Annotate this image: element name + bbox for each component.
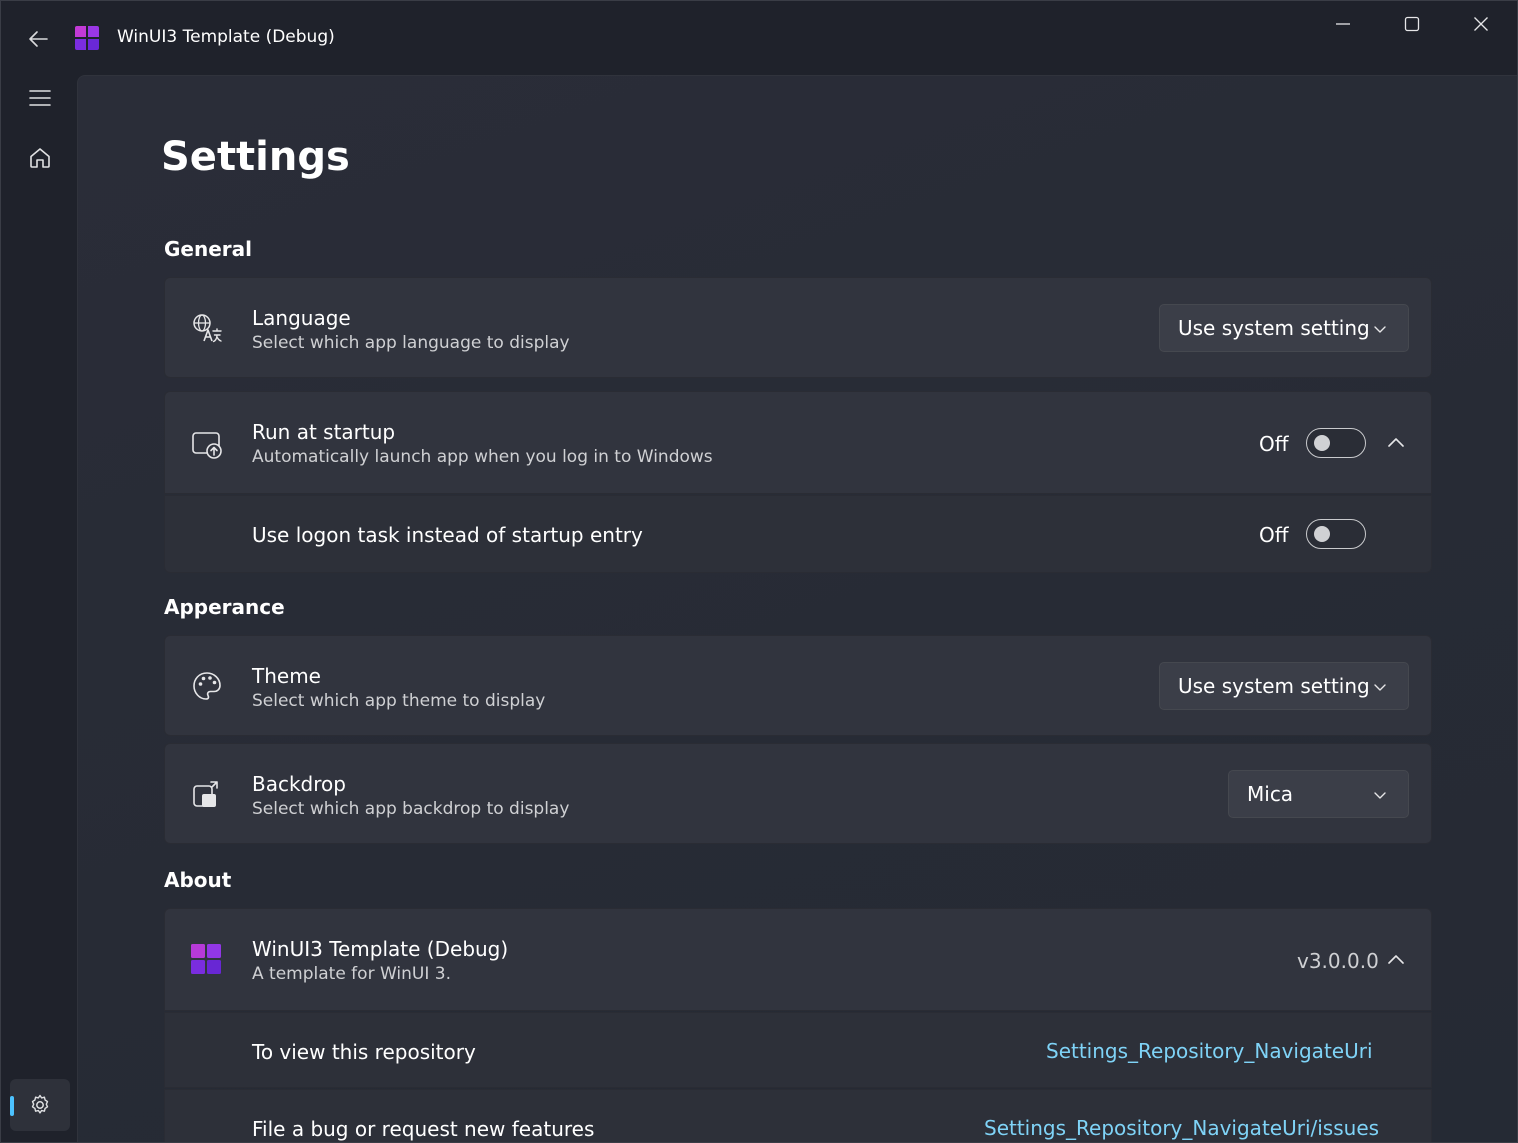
logon-task-row: Use logon task instead of startup entry …	[164, 495, 1432, 573]
issues-label: File a bug or request new features	[252, 1117, 595, 1141]
minimize-button[interactable]	[1309, 1, 1377, 47]
chevron-down-icon	[1374, 792, 1386, 799]
app-window: WinUI3 Template (Debug) Settings General…	[0, 0, 1518, 1143]
language-card: Language Select which app language to di…	[164, 277, 1432, 378]
back-arrow-icon	[29, 31, 48, 47]
selection-indicator	[10, 1096, 14, 1116]
title-bar: WinUI3 Template (Debug)	[1, 1, 1517, 75]
issues-link[interactable]: Settings_Repository_NavigateUri/issues	[984, 1116, 1379, 1140]
logon-task-toggle-state: Off	[1259, 523, 1289, 547]
startup-toggle[interactable]	[1306, 428, 1366, 458]
repository-link[interactable]: Settings_Repository_NavigateUri	[1046, 1039, 1373, 1063]
chevron-down-icon	[1374, 684, 1386, 691]
chevron-down-icon	[1374, 326, 1386, 333]
repository-row: To view this repository Settings_Reposit…	[164, 1012, 1432, 1088]
backdrop-card: Backdrop Select which app backdrop to di…	[164, 743, 1432, 844]
gear-icon	[31, 1094, 49, 1114]
palette-icon	[189, 668, 225, 704]
theme-title: Theme	[252, 664, 321, 688]
logon-task-label: Use logon task instead of startup entry	[252, 523, 643, 547]
toggle-knob	[1314, 435, 1330, 451]
close-icon	[1474, 17, 1488, 31]
logon-task-toggle[interactable]	[1306, 519, 1366, 549]
theme-combobox[interactable]: Use system setting	[1159, 662, 1409, 710]
section-general-header: General	[164, 237, 252, 261]
back-button[interactable]	[19, 23, 57, 55]
chevron-up-icon	[1388, 438, 1404, 447]
repository-label: To view this repository	[252, 1040, 476, 1064]
chevron-up-icon	[1388, 955, 1404, 964]
theme-description: Select which app theme to display	[252, 691, 546, 711]
language-selected-value: Use system setting	[1178, 316, 1370, 340]
about-expander-header[interactable]: WinUI3 Template (Debug) A template for W…	[164, 908, 1432, 1011]
home-icon	[30, 148, 50, 168]
window-title: WinUI3 Template (Debug)	[117, 27, 335, 47]
language-title: Language	[252, 306, 351, 330]
section-about-header: About	[164, 868, 232, 892]
startup-app-icon	[189, 426, 225, 462]
backdrop-combobox[interactable]: Mica	[1228, 770, 1409, 818]
translate-icon	[189, 310, 225, 346]
backdrop-icon	[189, 776, 225, 812]
startup-title: Run at startup	[252, 420, 396, 444]
about-app-description: A template for WinUI 3.	[252, 964, 451, 984]
startup-expander-header[interactable]: Run at startup Automatically launch app …	[164, 391, 1432, 494]
theme-card: Theme Select which app theme to display …	[164, 635, 1432, 736]
close-button[interactable]	[1447, 1, 1515, 47]
menu-toggle-button[interactable]	[10, 72, 70, 124]
minimize-icon	[1336, 23, 1350, 25]
app-version: v3.0.0.0	[1297, 949, 1379, 973]
maximize-icon	[1404, 16, 1420, 32]
about-app-title: WinUI3 Template (Debug)	[252, 937, 509, 961]
maximize-button[interactable]	[1378, 1, 1446, 47]
language-description: Select which app language to display	[252, 333, 570, 353]
theme-selected-value: Use system setting	[1178, 674, 1370, 698]
navigation-pane	[1, 72, 77, 1142]
settings-page: Settings General Language Select which a…	[77, 75, 1517, 1142]
collapse-chevron-button[interactable]	[1384, 948, 1408, 972]
collapse-chevron-button[interactable]	[1384, 431, 1408, 455]
startup-description: Automatically launch app when you log in…	[252, 447, 713, 467]
nav-item-home[interactable]	[10, 132, 70, 184]
section-appearance-header: Apperance	[164, 595, 285, 619]
hamburger-menu-icon	[29, 90, 51, 106]
backdrop-selected-value: Mica	[1247, 782, 1294, 806]
backdrop-title: Backdrop	[252, 772, 346, 796]
app-logo-icon	[75, 26, 99, 50]
page-title: Settings	[161, 134, 350, 180]
toggle-knob	[1314, 526, 1330, 542]
app-logo-icon	[189, 942, 223, 976]
issues-row: File a bug or request new features Setti…	[164, 1089, 1432, 1142]
nav-item-settings[interactable]	[10, 1079, 70, 1131]
language-combobox[interactable]: Use system setting	[1159, 304, 1409, 352]
startup-toggle-state: Off	[1259, 432, 1289, 456]
backdrop-description: Select which app backdrop to display	[252, 799, 570, 819]
